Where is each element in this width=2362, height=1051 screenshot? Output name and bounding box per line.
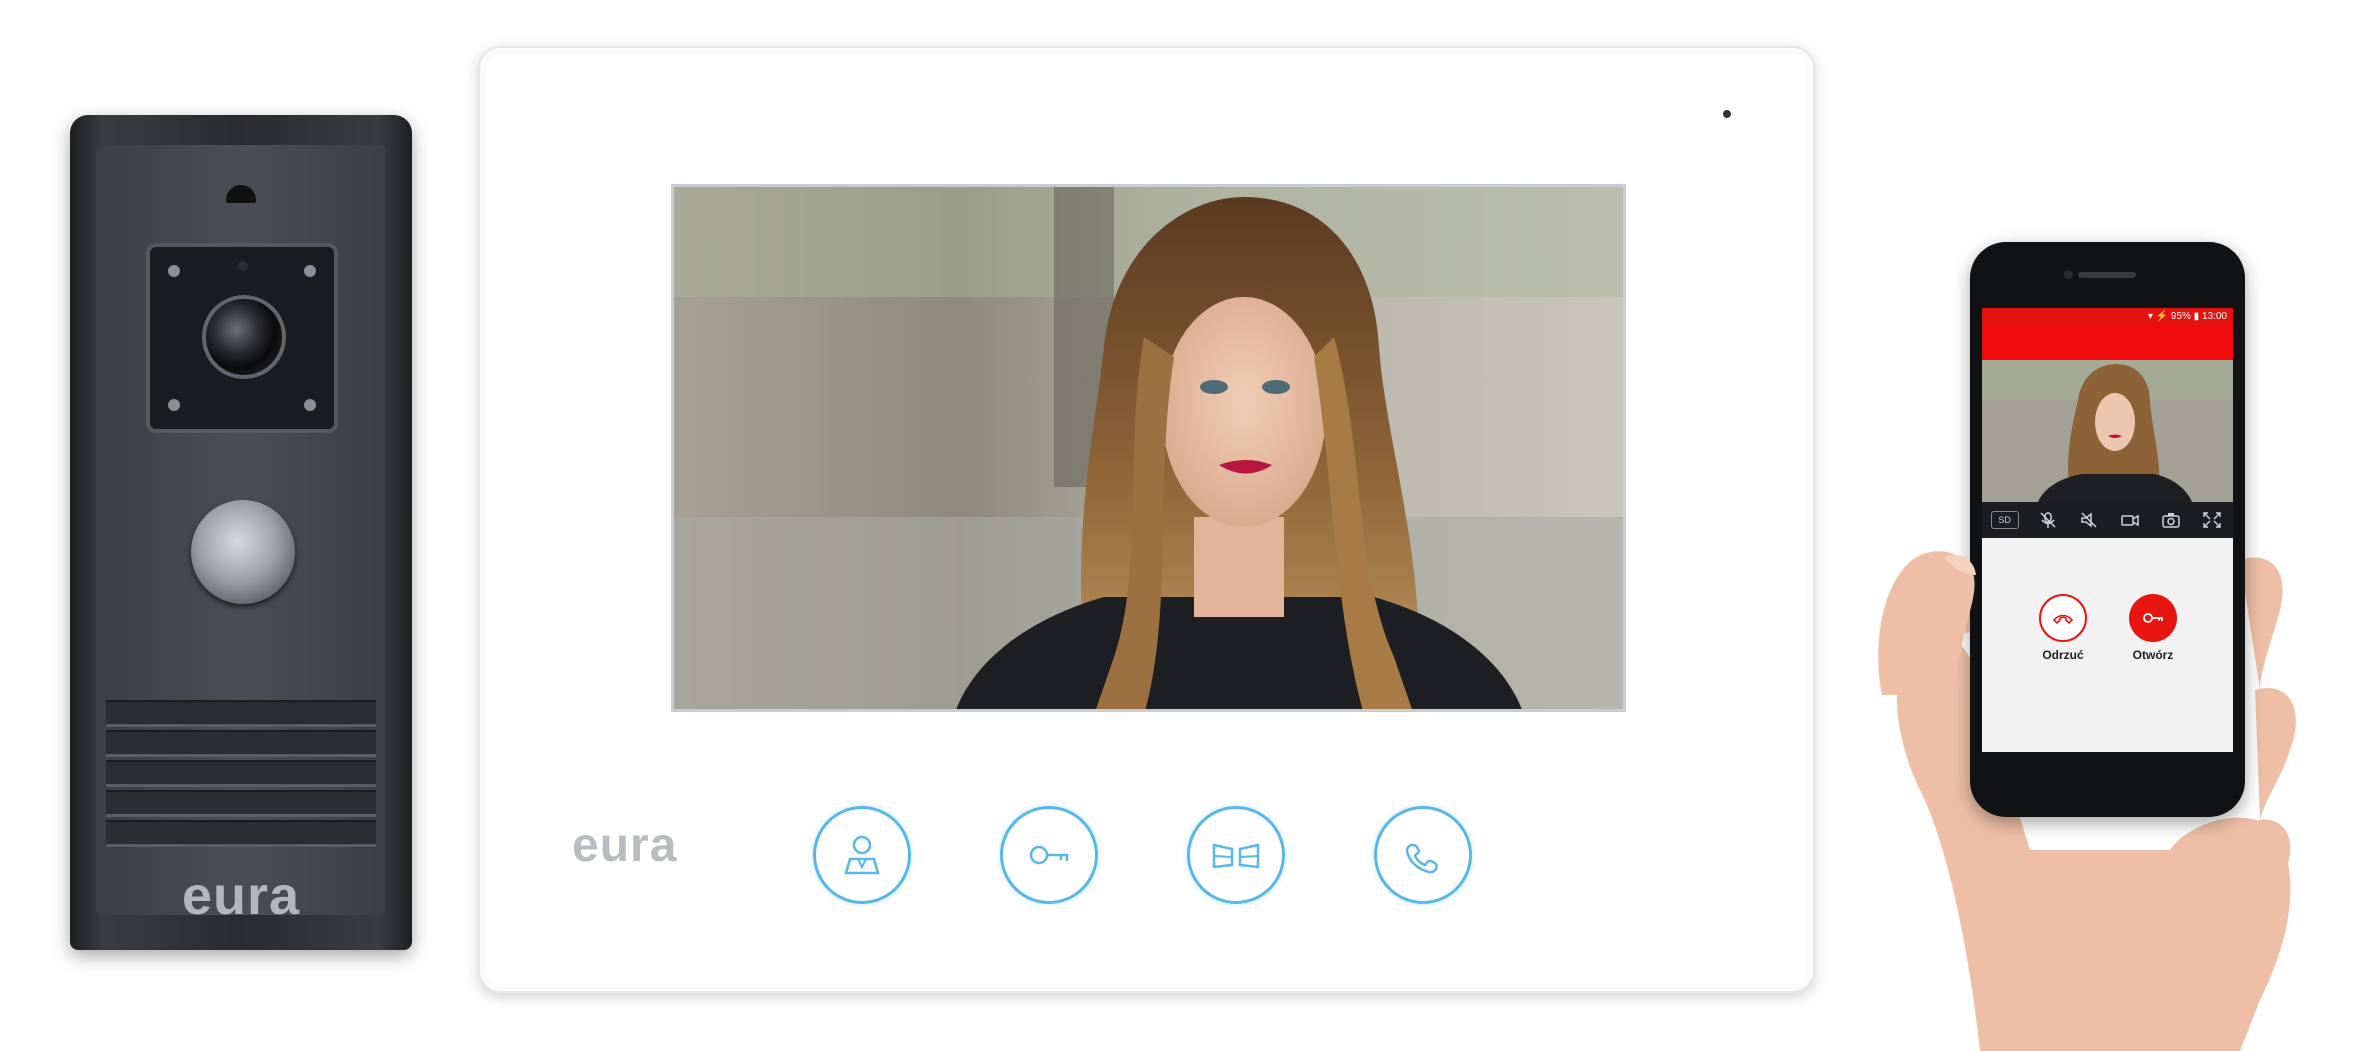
key-icon	[2143, 613, 2163, 623]
status-bar: ▾ ⚡ 95% ▮ 13:00	[1982, 308, 2233, 326]
handset-icon	[1405, 843, 1438, 874]
call-button[interactable]	[191, 500, 295, 604]
door-station-logo: eura	[181, 866, 301, 926]
ir-led	[168, 265, 180, 277]
snapshot-camera-icon[interactable]	[2159, 510, 2183, 530]
app-header-bar	[1982, 326, 2233, 360]
outdoor-door-station: eura	[70, 115, 412, 950]
visitor-video-thumbnail	[1982, 360, 2233, 502]
open-label: Otwórz	[2132, 648, 2174, 662]
monitor-monitoring-button[interactable]	[813, 806, 911, 904]
camera-lens	[202, 295, 286, 379]
front-camera	[2064, 270, 2073, 279]
earpiece-speaker	[2078, 272, 2136, 278]
person-icon	[844, 835, 880, 875]
ir-led	[168, 399, 180, 411]
key-icon	[1029, 845, 1069, 865]
reject-action: Odrzuć	[2023, 594, 2103, 662]
speaker-grille-slot	[106, 790, 376, 817]
call-action-panel: Odrzuć Otwórz	[1982, 538, 2233, 752]
quality-toggle[interactable]: SD	[1990, 511, 2019, 529]
speaker-grille-slot	[106, 820, 376, 847]
phone-screen: ▾ ⚡ 95% ▮ 13:00 SD Odrzuć Otwórz	[1982, 308, 2233, 752]
record-video-icon[interactable]	[2118, 510, 2142, 530]
monitor-unlock-button[interactable]	[1000, 806, 1098, 904]
open-action: Otwórz	[2113, 594, 2193, 662]
monitor-video-screen	[671, 184, 1626, 712]
indoor-monitor: eura	[478, 46, 1815, 993]
visitor-video-image	[674, 187, 1623, 709]
monitor-talk-button[interactable]	[1374, 806, 1472, 904]
phone-video-preview[interactable]	[1982, 360, 2233, 502]
camera-module	[146, 243, 338, 433]
reject-label: Odrzuć	[2042, 648, 2084, 662]
phone-video-toolbar: SD	[1982, 502, 2233, 538]
monitor-logo: eura	[572, 819, 678, 872]
open-door-button[interactable]	[2129, 594, 2177, 642]
ir-led	[304, 265, 316, 277]
smartphone: ▾ ⚡ 95% ▮ 13:00 SD Odrzuć Otwórz	[1970, 242, 2245, 817]
gate-icon	[1212, 843, 1260, 869]
camera-indicator	[238, 261, 248, 271]
monitor-sensor	[1723, 110, 1731, 118]
fullscreen-icon[interactable]	[2200, 510, 2224, 530]
hang-up-icon	[2052, 614, 2074, 625]
ir-led	[304, 399, 316, 411]
speaker-muted-icon[interactable]	[2077, 510, 2101, 530]
monitor-gate-button[interactable]	[1187, 806, 1285, 904]
thumb-image	[1878, 551, 1976, 695]
mic-muted-icon[interactable]	[2036, 510, 2060, 530]
light-sensor	[226, 185, 256, 203]
speaker-grille-slot	[106, 760, 376, 787]
reject-call-button[interactable]	[2039, 594, 2087, 642]
speaker-grille-slot	[106, 730, 376, 757]
door-station-face: eura	[96, 145, 386, 926]
speaker-grille-slot	[106, 700, 376, 727]
